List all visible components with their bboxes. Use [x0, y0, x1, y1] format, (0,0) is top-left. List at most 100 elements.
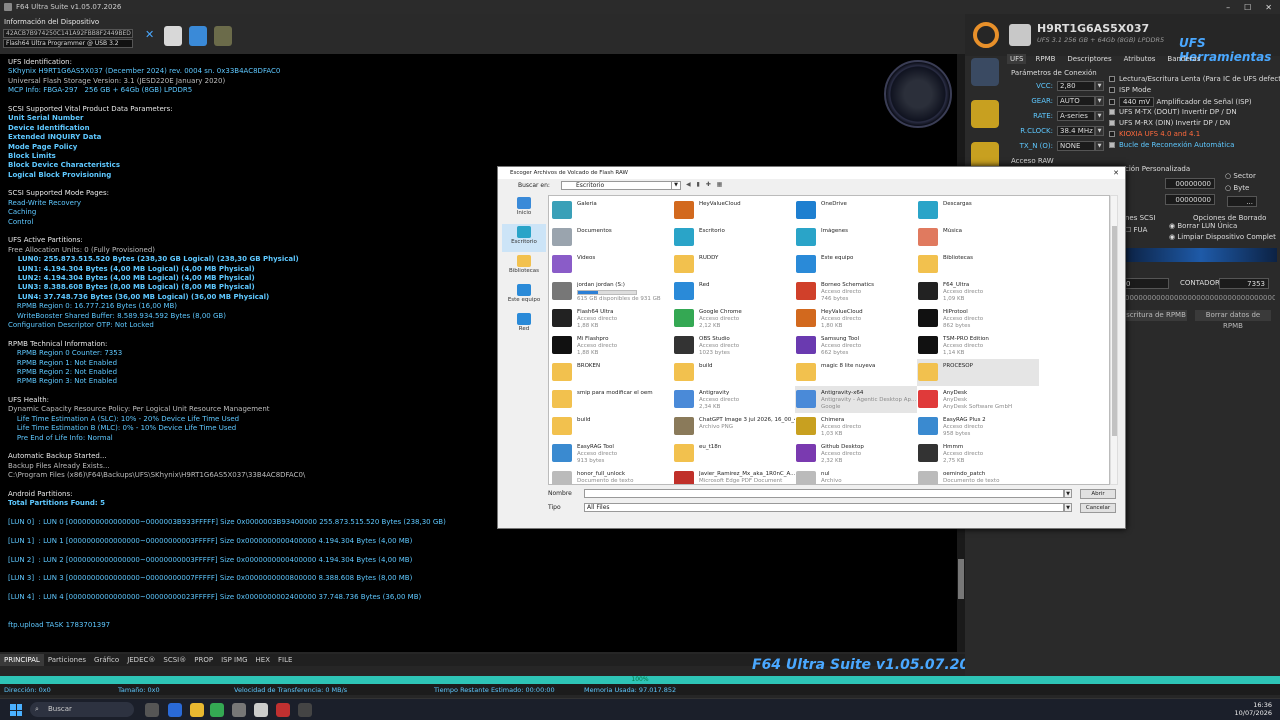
- task-view-icon[interactable]: [145, 703, 159, 717]
- file-item[interactable]: ChatGPT Image 3 jul 2026, 16_00_40 Archiv…: [673, 413, 795, 440]
- place-0[interactable]: Inicio: [502, 195, 546, 223]
- file-item[interactable]: PROCESOP: [917, 359, 1039, 386]
- file-item[interactable]: oemindo_patch Documento de texto: [917, 467, 1039, 484]
- kioxia-checkbox[interactable]: KIOXIA UFS 4.0 and 4.1: [1109, 130, 1200, 141]
- rclock-select[interactable]: 38.4 MHz: [1057, 126, 1095, 136]
- file-item[interactable]: honor_full_unlock Documento de texto: [551, 467, 673, 484]
- file-item[interactable]: OBS Studio Acceso directo 1023 bytes: [673, 332, 795, 359]
- offset-input[interactable]: 00000000: [1165, 178, 1215, 189]
- length-input[interactable]: 00000000: [1165, 194, 1215, 205]
- tab-jedec-[interactable]: JEDEC®: [123, 654, 159, 666]
- serial-field[interactable]: 42ACB7B974250C141A92FBB8F2449BED: [3, 29, 133, 38]
- minimize-button[interactable]: –: [1226, 3, 1230, 12]
- file-item[interactable]: build: [673, 359, 795, 386]
- chevron-down-icon[interactable]: ▼: [1064, 489, 1072, 498]
- app-icon[interactable]: [276, 703, 290, 717]
- tab-particiones[interactable]: Particiones: [44, 654, 90, 666]
- vcc-select[interactable]: 2,80: [1057, 81, 1095, 91]
- file-item[interactable]: Chimera Acceso directo 1,03 KB: [795, 413, 917, 440]
- file-item[interactable]: TSM-PRO Edition Acceso directo 1,14 KB: [917, 332, 1039, 359]
- file-item[interactable]: Escritorio: [673, 224, 795, 251]
- gear-select[interactable]: AUTO: [1057, 96, 1095, 106]
- chevron-down-icon[interactable]: ▼: [1095, 81, 1104, 91]
- file-item[interactable]: Este equipo: [795, 251, 917, 278]
- scroll-thumb[interactable]: [958, 559, 964, 599]
- file-item[interactable]: EasyRAG Plus 2 Acceso directo 958 bytes: [917, 413, 1039, 440]
- rpmb-key-select[interactable]: 0: [1125, 278, 1169, 289]
- file-item[interactable]: F64_Ultra Acceso directo 1,09 KB: [917, 278, 1039, 305]
- sector-radio[interactable]: ○ Sector: [1225, 172, 1256, 180]
- erase-rpmb-button[interactable]: Borrar datos de RPMB: [1195, 310, 1271, 330]
- lookin-select[interactable]: Escritorio: [561, 181, 681, 190]
- app-icon[interactable]: [232, 703, 246, 717]
- filename-input[interactable]: [584, 489, 1064, 498]
- reconnect-checkbox[interactable]: Bucle de Reconexión Automática: [1109, 141, 1234, 152]
- tab-scsi-[interactable]: SCSI®: [159, 654, 190, 666]
- chrome-icon[interactable]: [210, 703, 224, 717]
- mtx-checkbox[interactable]: UFS M-TX (DOUT) Invertir DP / DN: [1109, 108, 1237, 119]
- isp-mode-checkbox[interactable]: ISP Mode: [1109, 86, 1151, 97]
- file-item[interactable]: eu_t18n: [673, 440, 795, 467]
- refresh-icon[interactable]: [973, 22, 999, 48]
- programmer-field[interactable]: Flash64 Ultra Programmer @ USB 3.2: [3, 39, 133, 48]
- ufs-mode-icon[interactable]: [971, 58, 999, 86]
- file-item[interactable]: Samsung Tool Acceso directo 662 bytes: [795, 332, 917, 359]
- file-item[interactable]: Borneo Schematics Acceso directo 746 bytes: [795, 278, 917, 305]
- fua-checkbox[interactable]: ☐ FUA: [1125, 226, 1147, 234]
- f64-icon[interactable]: [254, 703, 268, 717]
- maximize-button[interactable]: ☐: [1244, 3, 1251, 12]
- panel-tab-atributos[interactable]: Atributos: [1121, 54, 1159, 64]
- dialog-close-icon[interactable]: ✕: [1113, 167, 1119, 179]
- file-item[interactable]: magic 8 lite nuyeva: [795, 359, 917, 386]
- wipe-radio[interactable]: ◉ Limpiar Dispositivo Complet: [1169, 233, 1276, 241]
- place-2[interactable]: Bibliotecas: [502, 253, 546, 281]
- file-item[interactable]: Documentos: [551, 224, 673, 251]
- file-item[interactable]: Red: [673, 278, 795, 305]
- filetype-select[interactable]: All Files: [584, 503, 1064, 512]
- chevron-down-icon[interactable]: ▼: [1095, 141, 1104, 151]
- file-item[interactable]: nul Archivo: [795, 467, 917, 484]
- taskbar-search[interactable]: ⌕ Buscar: [30, 702, 134, 717]
- app-icon[interactable]: [298, 703, 312, 717]
- file-list[interactable]: Galería HeyValueCloud OneDrive Descargas Doc…: [548, 195, 1110, 485]
- file-item[interactable]: Antigravity Acceso directo 2,34 KB: [673, 386, 795, 413]
- chevron-down-icon[interactable]: ▼: [1095, 111, 1104, 121]
- file-list-scrollbar[interactable]: [1110, 195, 1118, 485]
- rpmb-key-field[interactable]: 0000000000000000000000000000000000000: [1125, 294, 1275, 302]
- slow-rw-checkbox[interactable]: Lectura/Escritura Lenta (Para IC de UFS …: [1109, 75, 1280, 86]
- chevron-down-icon[interactable]: ▼: [671, 181, 680, 190]
- file-item[interactable]: Github Desktop Acceso directo 2,32 KB: [795, 440, 917, 467]
- emmc-mode-icon[interactable]: [971, 100, 999, 128]
- panel-tab-banderas[interactable]: Banderas: [1164, 54, 1203, 64]
- tab-principal[interactable]: PRINCIPAL: [0, 654, 44, 666]
- cancel-button[interactable]: Cancelar: [1080, 503, 1116, 513]
- mrx-checkbox[interactable]: UFS M-RX (DIN) Invertir DP / DN: [1109, 119, 1230, 130]
- chevron-down-icon[interactable]: ▼: [1064, 503, 1072, 512]
- file-item[interactable]: AnyDesk AnyDesk AnyDesk Software GmbH: [917, 386, 1039, 413]
- file-item[interactable]: Imágenes: [795, 224, 917, 251]
- write-rpmb-button[interactable]: scritura de RPMB: [1125, 310, 1187, 321]
- txn-select[interactable]: NONE: [1057, 141, 1095, 151]
- open-button[interactable]: Abrir: [1080, 489, 1116, 499]
- clock[interactable]: 16:36 10/07/2026: [1235, 701, 1272, 717]
- start-icon[interactable]: [10, 704, 22, 716]
- close-button[interactable]: ✕: [1265, 3, 1272, 12]
- scroll-thumb[interactable]: [1112, 226, 1117, 436]
- file-item[interactable]: smip para modificar el oem: [551, 386, 673, 413]
- file-item[interactable]: HeyValueCloud Acceso directo 1,80 KB: [795, 305, 917, 332]
- file-item[interactable]: Videos: [551, 251, 673, 278]
- explorer-icon[interactable]: [190, 703, 204, 717]
- mv-select[interactable]: 440 mV: [1119, 97, 1155, 107]
- panel-tab-descriptores[interactable]: Descriptores: [1064, 54, 1114, 64]
- dialog-toolbar[interactable]: ◀ ▮ ✚ ▦: [686, 181, 724, 188]
- file-item[interactable]: Javier_Ramirez_Mx_aka_1R0nC_A... Microsof…: [673, 467, 795, 484]
- file-item[interactable]: HeyValueCloud: [673, 197, 795, 224]
- panel-tab-ufs[interactable]: UFS: [1007, 54, 1027, 64]
- file-item[interactable]: Galería: [551, 197, 673, 224]
- place-3[interactable]: Este equipo: [502, 282, 546, 310]
- file-item[interactable]: Google Chrome Acceso directo 2,12 KB: [673, 305, 795, 332]
- file-item[interactable]: EasyRAG Tool Acceso directo 913 bytes: [551, 440, 673, 467]
- file-item[interactable]: BROKEN: [551, 359, 673, 386]
- tab-isp-img[interactable]: ISP IMG: [217, 654, 251, 666]
- place-4[interactable]: Red: [502, 311, 546, 339]
